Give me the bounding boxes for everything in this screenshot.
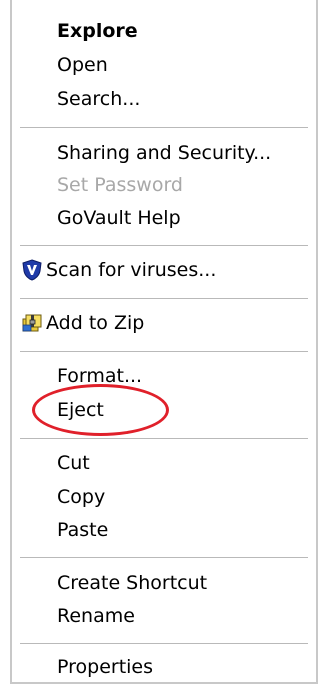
menu-item-create-shortcut[interactable]: Create Shortcut — [12, 566, 316, 600]
menu-separator — [20, 298, 308, 300]
menu-item-scan-viruses[interactable]: Scan for viruses... — [12, 253, 316, 287]
menu-item-open[interactable]: Open — [12, 48, 316, 82]
menu-item-sharing-security[interactable]: Sharing and Security... — [12, 136, 316, 170]
menu-item-paste[interactable]: Paste — [12, 513, 316, 547]
menu-item-eject-label: Eject — [57, 399, 104, 421]
menu-item-cut[interactable]: Cut — [12, 446, 316, 480]
menu-separator — [20, 557, 308, 559]
menu-item-eject[interactable]: Eject — [12, 393, 316, 427]
menu-item-scan-viruses-label: Scan for viruses... — [46, 259, 217, 281]
menu-item-govault-help-label: GoVault Help — [57, 207, 181, 229]
menu-item-cut-label: Cut — [57, 452, 90, 474]
mcafee-shield-icon — [22, 259, 42, 281]
menu-item-add-to-zip[interactable]: Add to Zip — [12, 306, 316, 340]
menu-item-format[interactable]: Format... — [12, 359, 316, 393]
menu-separator — [20, 351, 308, 353]
menu-item-open-label: Open — [57, 54, 108, 76]
menu-item-format-label: Format... — [57, 365, 143, 387]
menu-item-search-label: Search... — [57, 88, 141, 110]
menu-item-sharing-security-label: Sharing and Security... — [57, 142, 272, 164]
menu-separator — [20, 127, 308, 129]
menu-item-search[interactable]: Search... — [12, 82, 316, 116]
menu-item-properties-label: Properties — [57, 656, 154, 678]
menu-item-paste-label: Paste — [57, 519, 109, 541]
menu-item-set-password: Set Password — [12, 168, 316, 202]
menu-item-properties[interactable]: Properties — [12, 650, 316, 684]
menu-item-govault-help[interactable]: GoVault Help — [12, 201, 316, 235]
context-menu: Explore Open Search... Sharing and Secur… — [10, 0, 318, 684]
menu-item-rename-label: Rename — [57, 605, 135, 627]
menu-item-copy[interactable]: Copy — [12, 480, 316, 514]
menu-item-set-password-label: Set Password — [57, 174, 183, 196]
menu-item-add-to-zip-label: Add to Zip — [46, 312, 145, 334]
menu-item-create-shortcut-label: Create Shortcut — [57, 572, 208, 594]
menu-separator — [20, 643, 308, 645]
menu-item-copy-label: Copy — [57, 486, 106, 508]
menu-item-rename[interactable]: Rename — [12, 599, 316, 633]
menu-item-explore-label: Explore — [57, 20, 138, 42]
zip-archive-icon — [22, 314, 42, 332]
menu-separator — [20, 438, 308, 440]
menu-separator — [20, 245, 308, 247]
menu-item-explore[interactable]: Explore — [12, 14, 316, 48]
